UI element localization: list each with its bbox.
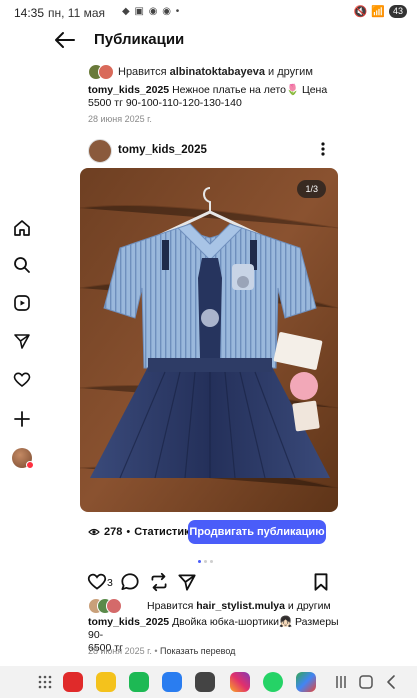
- search-icon: [14, 257, 30, 273]
- liked-user: hair_stylist.mulya: [196, 600, 285, 612]
- nav-search[interactable]: [8, 251, 36, 279]
- page-title: Публикации: [94, 31, 185, 48]
- battery-indicator: 43: [388, 5, 407, 18]
- liked-user: albinatoktabayeva: [169, 66, 265, 78]
- liked-by-text[interactable]: Нравится albinatoktabayeva и другим: [118, 66, 313, 78]
- play-store-app-icon[interactable]: [296, 672, 316, 692]
- app-icon-red[interactable]: [63, 672, 83, 692]
- nav-profile[interactable]: [8, 444, 36, 472]
- whatsapp-app-icon[interactable]: [263, 672, 283, 692]
- eye-icon: [88, 528, 100, 536]
- liked-suffix: и другим: [287, 600, 331, 612]
- carousel-indicator: [198, 560, 213, 563]
- comment-icon: [121, 573, 139, 591]
- more-vertical-icon: [321, 142, 325, 156]
- heart-icon: [13, 372, 31, 388]
- home-square-icon: [359, 675, 373, 689]
- like-count[interactable]: 3: [107, 577, 113, 589]
- outfit-photo: [80, 168, 338, 512]
- insights-link[interactable]: 278 • Статистика: [88, 526, 196, 538]
- back-arrow-icon: [55, 32, 75, 48]
- stats-label: Статистика: [134, 526, 196, 538]
- app-icon-blue[interactable]: [162, 672, 182, 692]
- plus-icon: [14, 411, 30, 427]
- instagram-app-icon[interactable]: [230, 672, 250, 692]
- comment-button[interactable]: [119, 571, 141, 593]
- app-icon-yellow[interactable]: [96, 672, 116, 692]
- nav-direct[interactable]: [8, 327, 36, 355]
- status-right: 🔇 📶 43: [354, 5, 407, 18]
- nav-activity[interactable]: [8, 366, 36, 394]
- liked-suffix: и другим: [268, 66, 313, 78]
- chevron-left-icon: [387, 675, 395, 689]
- carousel-dot: [198, 560, 201, 563]
- image-counter: 1/3: [297, 180, 326, 198]
- liked-prefix: Нравится: [118, 66, 167, 78]
- camera-app-icon[interactable]: [195, 672, 215, 692]
- send-icon: [178, 574, 196, 591]
- profile-avatar: [12, 448, 34, 469]
- separator: •: [126, 526, 131, 538]
- caption-username[interactable]: tomy_kids_2025: [88, 616, 169, 628]
- post-date: 28 июня 2025 г.: [88, 646, 152, 656]
- notification-dot: [26, 461, 34, 469]
- post-image[interactable]: 1/3: [80, 168, 338, 512]
- heart-icon: [87, 573, 107, 590]
- wifi-icon: 📶: [371, 6, 385, 18]
- liked-prefix: Нравится: [147, 600, 194, 612]
- status-time: 14:35: [14, 6, 45, 20]
- repost-button[interactable]: [148, 571, 170, 593]
- like-button[interactable]: [86, 571, 108, 593]
- liked-by-avatars: [88, 598, 122, 614]
- mute-icon: 🔇: [353, 6, 368, 18]
- share-button[interactable]: [176, 571, 198, 593]
- bookmark-icon: [314, 573, 328, 591]
- carousel-dot: [204, 560, 207, 563]
- post-date: 28 июня 2025 г.: [88, 114, 152, 124]
- nav-home[interactable]: [8, 214, 36, 242]
- home-button[interactable]: [358, 673, 374, 691]
- more-options-button[interactable]: [316, 139, 330, 159]
- status-bar: 14:35 пн, 11 мая ◆ ▣ ◉ ◉ • 🔇 📶 43: [0, 0, 417, 24]
- recents-button[interactable]: [334, 673, 348, 691]
- save-button[interactable]: [310, 571, 332, 593]
- caption-username[interactable]: tomy_kids_2025: [88, 84, 169, 96]
- carousel-dot: [210, 560, 213, 563]
- send-icon: [14, 334, 30, 349]
- app-drawer-button[interactable]: [36, 673, 54, 691]
- nav-reels[interactable]: [8, 289, 36, 317]
- recents-icon: [336, 676, 346, 688]
- liked-by-avatars: [88, 64, 114, 80]
- back-button[interactable]: [52, 28, 78, 52]
- reels-icon: [14, 295, 30, 311]
- nav-create[interactable]: [8, 405, 36, 433]
- author-name[interactable]: tomy_kids_2025: [118, 144, 207, 156]
- phone-app-icon[interactable]: [129, 672, 149, 692]
- repost-icon: [151, 572, 167, 592]
- promote-button[interactable]: Продвигать публикацию: [188, 520, 326, 544]
- liked-by-text[interactable]: Нравится hair_stylist.mulya и другим: [147, 600, 331, 612]
- post-meta: 28 июня 2025 г. • Показать перевод: [88, 646, 235, 656]
- system-back-button[interactable]: [384, 673, 398, 691]
- home-icon: [14, 220, 30, 236]
- views-count: 278: [104, 526, 123, 538]
- grid-icon: [38, 675, 52, 689]
- avatar: [106, 598, 122, 614]
- translate-link[interactable]: Показать перевод: [160, 646, 235, 656]
- avatar: [98, 64, 114, 80]
- author-avatar[interactable]: [88, 139, 112, 163]
- status-date: пн, 11 мая: [48, 6, 106, 20]
- notification-icons: ◆ ▣ ◉ ◉ •: [122, 6, 181, 17]
- post-caption: tomy_kids_2025 Нежное платье на лето🌷 Це…: [88, 84, 348, 126]
